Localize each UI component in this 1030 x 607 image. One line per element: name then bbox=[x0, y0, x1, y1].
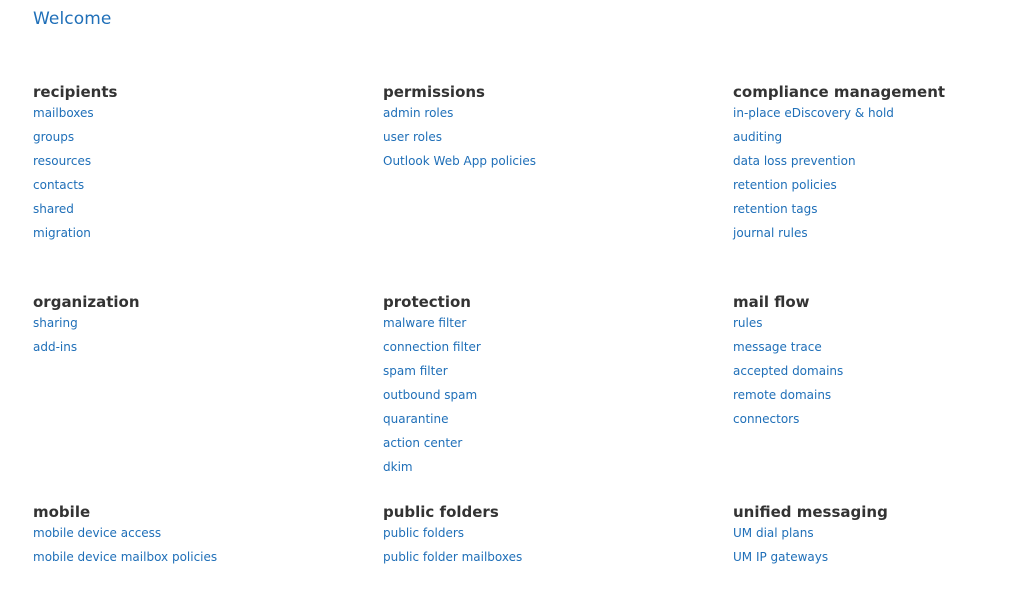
link-mailboxes[interactable]: mailboxes bbox=[33, 106, 94, 120]
page-title: Welcome bbox=[33, 9, 112, 29]
mail-flow-link-list: rules message trace accepted domains rem… bbox=[733, 313, 1030, 433]
section-title-mail-flow: mail flow bbox=[733, 293, 810, 311]
section-title-mobile: mobile bbox=[33, 503, 91, 521]
link-contacts[interactable]: contacts bbox=[33, 178, 84, 192]
link-resources[interactable]: resources bbox=[33, 154, 91, 168]
link-malware-filter[interactable]: malware filter bbox=[383, 316, 466, 330]
link-remote-domains[interactable]: remote domains bbox=[733, 388, 831, 402]
section-mobile: mobile mobile device access mobile devic… bbox=[33, 501, 353, 571]
link-public-folder-mailboxes[interactable]: public folder mailboxes bbox=[383, 550, 522, 564]
section-title-protection: protection bbox=[383, 293, 471, 311]
section-public-folders: public folders public folders public fol… bbox=[383, 501, 703, 571]
section-title-unified-messaging: unified messaging bbox=[733, 503, 888, 521]
link-message-trace[interactable]: message trace bbox=[733, 340, 822, 354]
link-mobile-device-access[interactable]: mobile device access bbox=[33, 526, 161, 540]
compliance-management-link-list: in-place eDiscovery & hold auditing data… bbox=[733, 103, 1030, 247]
link-rules[interactable]: rules bbox=[733, 316, 763, 330]
link-journal-rules[interactable]: journal rules bbox=[733, 226, 808, 240]
link-retention-tags[interactable]: retention tags bbox=[733, 202, 817, 216]
section-organization: organization sharing add-ins bbox=[33, 291, 353, 361]
protection-link-list: malware filter connection filter spam fi… bbox=[383, 313, 703, 481]
link-auditing[interactable]: auditing bbox=[733, 130, 782, 144]
link-shared[interactable]: shared bbox=[33, 202, 74, 216]
section-protection: protection malware filter connection fil… bbox=[383, 291, 703, 481]
link-um-dial-plans[interactable]: UM dial plans bbox=[733, 526, 814, 540]
link-outbound-spam[interactable]: outbound spam bbox=[383, 388, 477, 402]
link-admin-roles[interactable]: admin roles bbox=[383, 106, 453, 120]
mobile-link-list: mobile device access mobile device mailb… bbox=[33, 523, 353, 571]
unified-messaging-link-list: UM dial plans UM IP gateways bbox=[733, 523, 1030, 571]
link-accepted-domains[interactable]: accepted domains bbox=[733, 364, 843, 378]
link-user-roles[interactable]: user roles bbox=[383, 130, 442, 144]
section-title-permissions: permissions bbox=[383, 83, 485, 101]
link-spam-filter[interactable]: spam filter bbox=[383, 364, 448, 378]
link-public-folders[interactable]: public folders bbox=[383, 526, 464, 540]
link-dkim[interactable]: dkim bbox=[383, 460, 413, 474]
link-quarantine[interactable]: quarantine bbox=[383, 412, 449, 426]
link-action-center[interactable]: action center bbox=[383, 436, 462, 450]
recipients-link-list: mailboxes groups resources contacts shar… bbox=[33, 103, 353, 247]
link-mobile-device-mailbox-policies[interactable]: mobile device mailbox policies bbox=[33, 550, 217, 564]
section-title-compliance-management: compliance management bbox=[733, 83, 946, 101]
link-retention-policies[interactable]: retention policies bbox=[733, 178, 837, 192]
section-compliance-management: compliance management in-place eDiscover… bbox=[733, 81, 1030, 247]
section-title-public-folders: public folders bbox=[383, 503, 499, 521]
link-connection-filter[interactable]: connection filter bbox=[383, 340, 481, 354]
link-data-loss-prevention[interactable]: data loss prevention bbox=[733, 154, 856, 168]
section-recipients: recipients mailboxes groups resources co… bbox=[33, 81, 353, 247]
permissions-link-list: admin roles user roles Outlook Web App p… bbox=[383, 103, 703, 175]
link-um-ip-gateways[interactable]: UM IP gateways bbox=[733, 550, 828, 564]
link-add-ins[interactable]: add-ins bbox=[33, 340, 77, 354]
link-migration[interactable]: migration bbox=[33, 226, 91, 240]
link-groups[interactable]: groups bbox=[33, 130, 74, 144]
link-sharing[interactable]: sharing bbox=[33, 316, 78, 330]
section-title-organization: organization bbox=[33, 293, 140, 311]
section-title-recipients: recipients bbox=[33, 83, 118, 101]
link-in-place-ediscovery-hold[interactable]: in-place eDiscovery & hold bbox=[733, 106, 894, 120]
link-outlook-web-app-policies[interactable]: Outlook Web App policies bbox=[383, 154, 536, 168]
public-folders-link-list: public folders public folder mailboxes bbox=[383, 523, 703, 571]
section-unified-messaging: unified messaging UM dial plans UM IP ga… bbox=[733, 501, 1030, 571]
section-permissions: permissions admin roles user roles Outlo… bbox=[383, 81, 703, 175]
organization-link-list: sharing add-ins bbox=[33, 313, 353, 361]
section-mail-flow: mail flow rules message trace accepted d… bbox=[733, 291, 1030, 433]
link-connectors[interactable]: connectors bbox=[733, 412, 799, 426]
